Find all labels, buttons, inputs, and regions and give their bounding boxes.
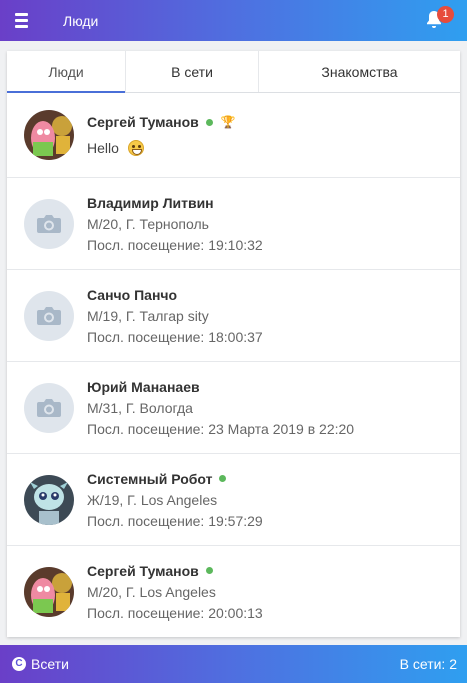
avatar [24,566,74,617]
last-visit: Посл. посещение: 23 Марта 2019 в 22:20 [87,420,355,437]
list-item[interactable]: Владимир Литвин М/20, Г. Тернополь Посл.… [7,178,460,270]
notifications-button[interactable]: 1 [425,6,454,32]
list-item[interactable]: Сергей Туманов 🏆 Hello [7,93,460,178]
tab-bar: Люди В сети Знакомства [7,51,460,93]
people-card: Люди В сети Знакомства Сергей Туманов 🏆 … [7,51,460,637]
person-name: Санчо Панчо [87,286,178,303]
online-indicator [205,118,213,126]
robot-icon [24,474,74,525]
status-text: Hello [87,140,119,156]
trophy-icon: 🏆 [220,115,236,129]
avatar [24,382,74,433]
brand-name: Всети [31,656,69,672]
brand-link[interactable]: C Всети [12,656,69,672]
person-details: Ж/19, Г. Los Angeles [87,491,218,508]
person-name: Владимир Литвин [87,194,214,211]
page-title: Люди [63,12,99,29]
avatar [24,198,74,249]
tab-dating[interactable]: Знакомства [259,51,460,92]
grin-emoji-icon [127,140,144,156]
last-visit: Посл. посещение: 20:00:13 [87,604,263,621]
list-item[interactable]: Юрий Мананаев М/31, Г. Вологда Посл. пос… [7,362,460,454]
person-details: М/31, Г. Вологда [87,399,193,416]
list-item[interactable]: Сергей Туманов М/20, Г. Los Angeles Посл… [7,546,460,637]
patrick-icon [24,566,74,617]
menu-icon[interactable] [15,13,35,28]
bottom-bar: C Всети В сети: 2 [0,645,467,683]
camera-icon [37,306,61,325]
avatar [24,474,74,525]
person-details: М/19, Г. Талгар sity [87,307,209,324]
top-app-bar: Люди 1 [0,0,467,41]
avatar [24,290,74,341]
last-visit: Посл. посещение: 19:57:29 [87,512,263,529]
camera-icon [37,214,61,233]
online-count: В сети: 2 [399,656,457,672]
online-indicator [219,475,227,482]
person-details: М/20, Г. Тернополь [87,215,209,232]
person-name: Сергей Туманов [87,114,199,130]
tab-online[interactable]: В сети [126,51,259,92]
tab-people[interactable]: Люди [7,51,126,93]
list-item[interactable]: Санчо Панчо М/19, Г. Талгар sity Посл. п… [7,270,460,362]
notification-badge: 1 [437,6,454,23]
person-name: Юрий Мананаев [87,378,200,395]
person-name: Сергей Туманов [87,562,199,579]
list-item[interactable]: Системный Робот Ж/19, Г. Los Angeles Пос… [7,454,460,546]
last-visit: Посл. посещение: 18:00:37 [87,328,263,345]
camera-icon [37,398,61,417]
patrick-icon [24,110,74,160]
online-indicator [205,567,213,574]
avatar [24,110,74,160]
brand-logo-icon: C [12,657,26,671]
last-visit: Посл. посещение: 19:10:32 [87,236,263,253]
person-name: Системный Робот [87,470,213,487]
person-details: М/20, Г. Los Angeles [87,583,216,600]
